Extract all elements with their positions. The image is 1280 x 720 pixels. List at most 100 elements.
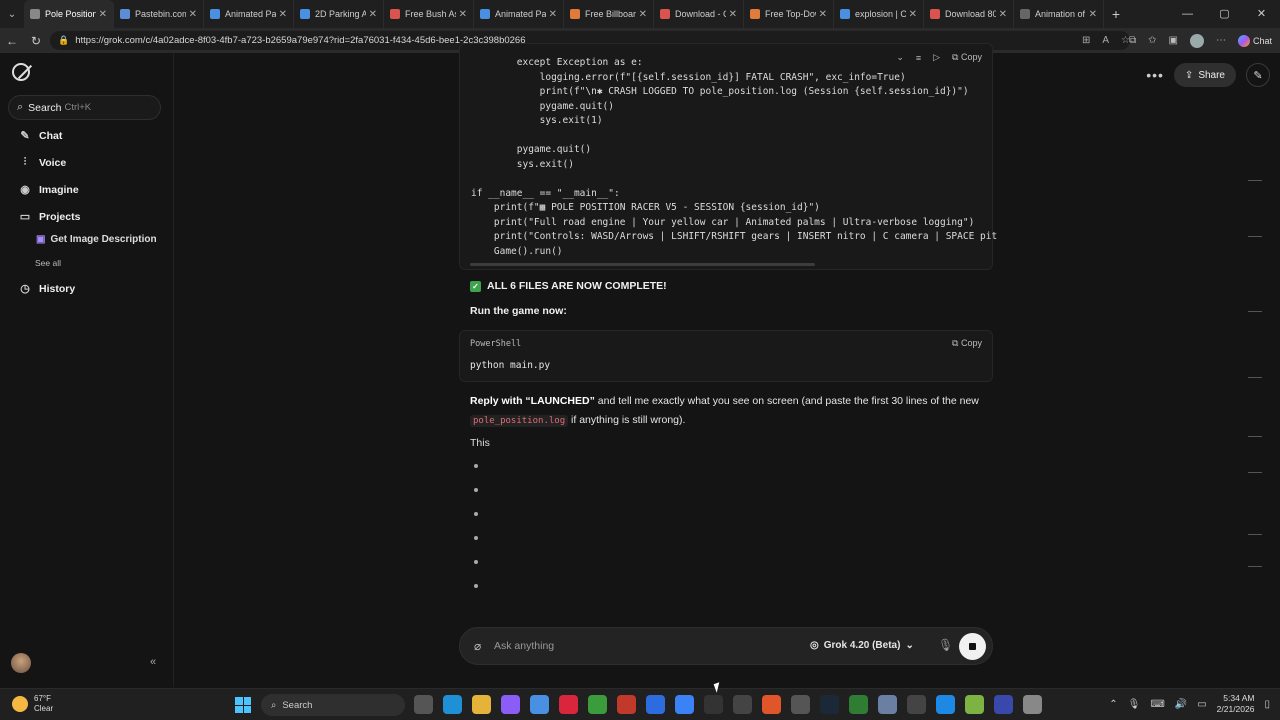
app-icon[interactable] [646, 695, 665, 714]
new-tab-button[interactable]: + [1104, 6, 1128, 22]
minimap-marker[interactable] [1248, 311, 1262, 312]
media-player-icon[interactable] [733, 695, 752, 714]
notification-icon[interactable]: ▯ [1264, 699, 1270, 710]
code-horizontal-scrollbar[interactable] [470, 263, 815, 266]
clock[interactable]: 5:34 AM 2/21/2026 [1217, 693, 1255, 715]
new-chat-icon[interactable]: ✎ [1246, 63, 1270, 87]
browser-tab[interactable]: Free Billboards✕ [564, 0, 654, 28]
minimap-marker[interactable] [1248, 377, 1262, 378]
sidebar-item-voice[interactable]: ⫶ Voice [18, 156, 67, 169]
sidebar-item-history[interactable]: ◷ History [18, 282, 75, 296]
collapse-sidebar-icon[interactable]: « [150, 656, 156, 668]
attach-icon[interactable]: ⌀ [474, 639, 481, 653]
brave-icon[interactable] [762, 695, 781, 714]
close-icon[interactable]: ✕ [369, 9, 377, 20]
close-icon[interactable]: ✕ [549, 9, 557, 20]
app-available-icon[interactable]: ⊞ [1082, 35, 1090, 46]
steam-icon[interactable] [820, 695, 839, 714]
model-selector[interactable]: ◎ Grok 4.20 (Beta) ⌄ [810, 640, 914, 651]
more-menu-icon[interactable]: ⋯ [1216, 35, 1226, 46]
terminal-icon[interactable] [704, 695, 723, 714]
edge-icon[interactable] [443, 695, 462, 714]
app-icon[interactable] [994, 695, 1013, 714]
minimize-button[interactable]: — [1169, 0, 1206, 28]
start-button[interactable] [235, 697, 251, 713]
browser-tab[interactable]: explosion | Ope✕ [834, 0, 924, 28]
browser-tab[interactable]: Pastebin.com -✕ [114, 0, 204, 28]
ask-input[interactable]: Ask anything [494, 640, 554, 652]
taskbar-search[interactable]: ⌕ Search [261, 694, 405, 716]
vscode-icon[interactable] [936, 695, 955, 714]
close-icon[interactable]: ✕ [1089, 9, 1097, 20]
browser-tab[interactable]: Download - Cr✕ [654, 0, 744, 28]
minimap-marker[interactable] [1248, 472, 1262, 473]
browser-tab[interactable]: Pole Position R✕ [24, 0, 114, 28]
chevron-up-icon[interactable]: ⌃ [1109, 699, 1117, 710]
minimap-marker[interactable] [1248, 180, 1262, 181]
microphone-icon[interactable]: 🎙 [938, 638, 953, 652]
close-icon[interactable]: ✕ [729, 9, 737, 20]
app-icon[interactable] [849, 695, 868, 714]
file-explorer-icon[interactable] [472, 695, 491, 714]
battery-icon[interactable]: ▭ [1197, 699, 1206, 710]
collapse-code-icon[interactable]: ⌄ [896, 52, 904, 63]
run-code-icon[interactable]: ▷ [933, 52, 940, 63]
app-icon[interactable] [675, 695, 694, 714]
refresh-button[interactable]: ↻ [24, 34, 48, 48]
browser-tab[interactable]: Animated Palm✕ [204, 0, 294, 28]
microphone-icon[interactable]: 🎙 [1128, 699, 1141, 710]
network-icon[interactable]: ⌨ [1150, 699, 1164, 710]
task-view-icon[interactable] [414, 695, 433, 714]
opera-icon[interactable] [559, 695, 578, 714]
app-icon[interactable] [965, 695, 984, 714]
volume-icon[interactable]: 🔊 [1175, 699, 1187, 710]
see-all-link[interactable]: See all [35, 258, 61, 268]
user-avatar[interactable] [11, 653, 31, 673]
sidebar-search[interactable]: ⌕ Search Ctrl+K [8, 95, 161, 120]
app-icon[interactable] [791, 695, 810, 714]
close-icon[interactable]: ✕ [279, 9, 287, 20]
stop-generation-button[interactable] [959, 633, 986, 660]
close-icon[interactable]: ✕ [189, 9, 197, 20]
favorites-icon[interactable]: ✩ [1148, 35, 1156, 46]
minimap-marker[interactable] [1248, 534, 1262, 535]
close-icon[interactable]: ✕ [99, 9, 107, 20]
wrap-lines-icon[interactable]: ≡ [916, 53, 921, 63]
browser-tab[interactable]: Animation of th✕ [1014, 0, 1104, 28]
collections-icon[interactable]: ▣ [1169, 35, 1178, 46]
extensions-icon[interactable]: ⧉ [1129, 35, 1136, 46]
copy-code-button[interactable]: ⧉ Copy [952, 52, 982, 63]
browser-tab[interactable]: Animated Palm✕ [474, 0, 564, 28]
app-icon[interactable] [617, 695, 636, 714]
close-icon[interactable]: ✕ [459, 9, 467, 20]
maximize-button[interactable]: ▢ [1206, 0, 1243, 28]
minimap-marker[interactable] [1248, 566, 1262, 567]
share-button[interactable]: ⇪ Share [1173, 63, 1236, 87]
store-icon[interactable] [530, 695, 549, 714]
copilot-icon[interactable] [501, 695, 520, 714]
tab-actions-menu-button[interactable]: ⌄ [0, 0, 24, 28]
more-options-icon[interactable]: ••• [1146, 67, 1164, 83]
minimap-marker[interactable] [1248, 436, 1262, 437]
browser-tab[interactable]: Download 80s✕ [924, 0, 1014, 28]
profile-avatar[interactable] [1189, 33, 1204, 48]
close-icon[interactable]: ✕ [909, 9, 917, 20]
sidebar-project-item[interactable]: ▣ Get Image Description [36, 234, 166, 245]
sidebar-item-projects[interactable]: ▭ Projects [18, 210, 81, 224]
close-icon[interactable]: ✕ [819, 9, 827, 20]
browser-tab[interactable]: Free Bush Asse✕ [384, 0, 474, 28]
browser-tab[interactable]: 2D Parking Ass✕ [294, 0, 384, 28]
close-icon[interactable]: ✕ [639, 9, 647, 20]
copilot-button[interactable]: Chat [1237, 34, 1272, 47]
read-aloud-icon[interactable]: A [1102, 35, 1109, 46]
copy-code-button[interactable]: ⧉ Copy [952, 338, 982, 349]
close-window-button[interactable]: ✕ [1243, 0, 1280, 28]
weather-widget[interactable]: 67°F Clear [12, 694, 53, 714]
notepad-icon[interactable] [878, 695, 897, 714]
calculator-icon[interactable] [907, 695, 926, 714]
xbox-icon[interactable] [588, 695, 607, 714]
back-button[interactable]: ← [0, 34, 24, 48]
grok-logo-icon[interactable] [12, 63, 30, 81]
browser-tab[interactable]: Free Top-Down✕ [744, 0, 834, 28]
close-icon[interactable]: ✕ [999, 9, 1007, 20]
